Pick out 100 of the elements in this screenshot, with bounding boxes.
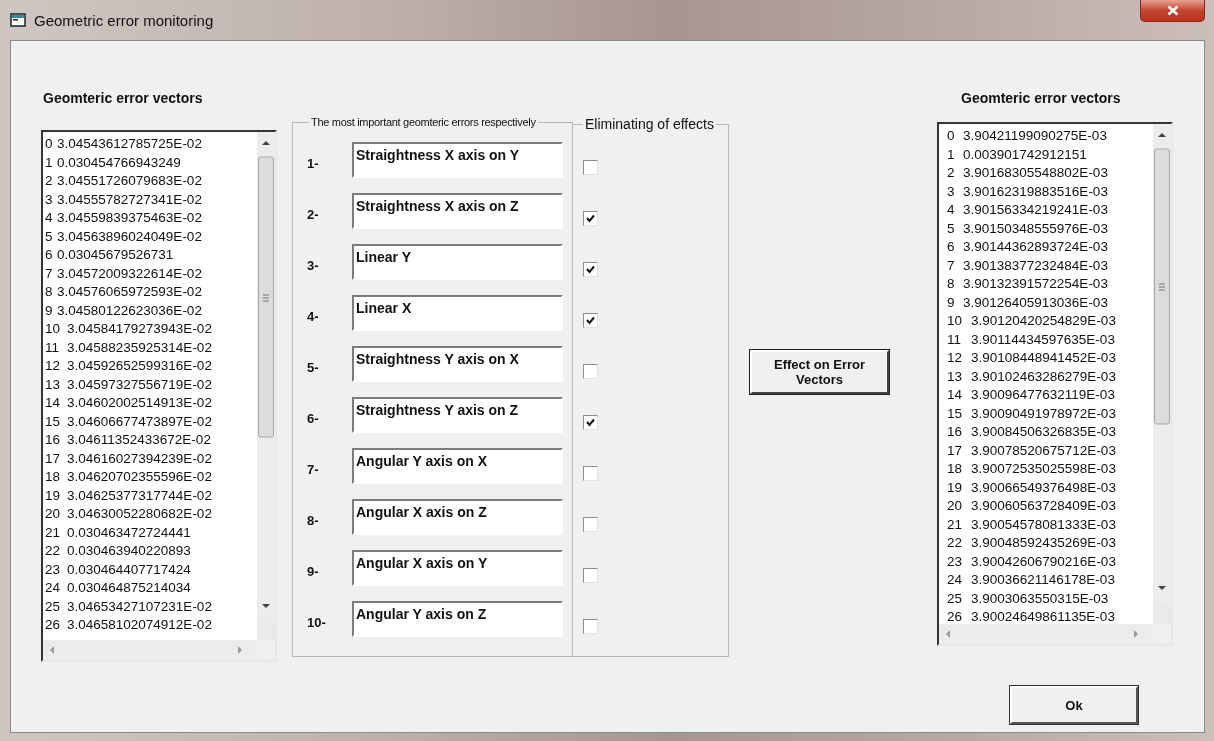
row-index: 2 [947,164,956,182]
error-name-field[interactable]: Angular Y axis on Z [352,601,563,637]
row-index: 26 [947,608,964,624]
checkbox[interactable] [583,517,598,532]
row-index: 16 [947,423,964,441]
vector-value[interactable]: 3.90156334219241E-03 [963,201,1108,220]
row-index: 7 [45,264,54,283]
vector-value[interactable]: 3.04572009322614E-02 [57,264,202,283]
row-index: 1 [45,153,54,172]
checkbox[interactable] [583,415,598,430]
vector-value[interactable]: 3.04580122623036E-02 [57,301,202,320]
vector-value[interactable]: 0.03045679526731 [57,246,174,265]
row-index: 20 [45,505,62,523]
vector-value[interactable]: 3.04653427107231E-02 [67,597,212,616]
vector-value[interactable]: 3.04559839375463E-02 [57,209,202,228]
vector-value[interactable]: 3.90120420254829E-03 [971,312,1116,331]
vector-value[interactable]: 0.003901742912151 [963,145,1087,164]
vector-value[interactable]: 3.90090491978972E-03 [971,404,1116,423]
vector-value[interactable]: 3.90108448941452E-03 [971,349,1116,368]
error-name-field[interactable]: Linear X [352,295,563,331]
vector-value[interactable]: 3.90132391572254E-03 [963,275,1108,294]
error-number: 5- [307,360,320,375]
vector-value[interactable]: 3.90024649861135E-03 [971,608,1115,624]
vector-value[interactable]: 3.04588235925314E-02 [67,338,212,357]
checkbox[interactable] [583,466,598,481]
vector-value[interactable]: 3.90072535025598E-03 [971,460,1116,479]
vector-value[interactable]: 3.90042606790216E-03 [971,552,1116,571]
vector-value[interactable]: 3.04551726079683E-02 [57,172,202,191]
error-name-field[interactable]: Linear Y [352,244,563,280]
vector-value[interactable]: 3.90150348555976E-03 [963,219,1108,238]
vector-value[interactable]: 3.04630052280682E-02 [67,505,212,524]
row-index: 2 [45,172,54,190]
vector-value[interactable]: 0.030464407717424 [67,560,191,579]
error-name-field[interactable]: Straightness X axis on Y [352,142,563,178]
vector-value[interactable]: 3.90102463286279E-03 [971,367,1116,386]
list-heading: Geomteric error vectors [961,90,1122,106]
vector-value[interactable]: 3.04555782727341E-02 [57,190,202,209]
vector-value[interactable]: 3.04611352433672E-02 [67,431,211,450]
vector-value[interactable]: 3.90084506326835E-03 [971,423,1116,442]
vector-value[interactable]: 0.030463940220893 [67,542,191,561]
error-name-field[interactable]: Straightness Y axis on Z [352,397,563,433]
vector-value[interactable]: 3.04625377317744E-02 [67,486,212,505]
vector-value[interactable]: 3.90114434597635E-03 [971,330,1115,349]
vector-value[interactable]: 3.90078520675712E-03 [971,441,1116,460]
vector-value[interactable]: 0.030464875214034 [67,579,191,598]
checkbox[interactable] [583,160,598,175]
vector-value[interactable]: 3.04620702355596E-02 [67,468,212,487]
vector-value[interactable]: 3.90421199090275E-03 [963,127,1107,146]
vector-value[interactable]: 3.9003063550315E-03 [971,589,1109,608]
error-name-field[interactable]: Angular Y axis on X [352,448,563,484]
checkbox[interactable] [583,619,598,634]
checkbox[interactable] [583,364,598,379]
error-number: 8- [307,513,320,528]
row-index: 1 [947,145,956,164]
vector-value[interactable]: 3.90138377232484E-03 [963,256,1108,275]
vector-value[interactable]: 3.04576065972593E-02 [57,283,202,302]
ok-button[interactable]: Ok [1010,686,1138,724]
vector-value[interactable]: 3.90096477632119E-03 [971,386,1115,405]
checkbox[interactable] [583,262,598,277]
vector-value[interactable]: 3.04543612785725E-02 [57,135,202,154]
row-index: 5 [45,227,54,246]
close-button[interactable] [1140,0,1205,22]
error-number: 2- [307,207,320,222]
checkbox[interactable] [583,313,598,328]
vector-value[interactable]: 3.04658102074912E-02 [67,616,212,635]
vector-value[interactable]: 3.04597327556719E-02 [67,375,212,394]
row-index: 8 [45,283,54,301]
vector-value[interactable]: 3.90168305548802E-03 [963,164,1108,183]
vector-value[interactable]: 3.90144362893724E-03 [963,238,1108,257]
vector-value[interactable]: 3.90162319883516E-03 [963,182,1108,201]
list-heading: Geomteric error vectors [43,90,204,106]
vector-value[interactable]: 3.90054578081333E-03 [971,515,1116,534]
vector-value[interactable]: 3.90060563728409E-03 [971,497,1116,516]
error-name-field[interactable]: Angular X axis on Z [352,499,563,535]
row-index: 9 [45,301,54,320]
vector-value[interactable]: 3.04584179273943E-02 [67,320,212,339]
row-index: 22 [947,534,964,552]
vector-value[interactable]: 3.04616027394239E-02 [67,449,212,468]
vector-value[interactable]: 3.90048592435269E-03 [971,534,1116,553]
vector-value[interactable]: 3.04592652599316E-02 [67,357,212,376]
vector-value[interactable]: 3.04606677473897E-02 [67,412,212,431]
vector-value[interactable]: 3.90066549376498E-03 [971,478,1116,497]
row-index: 15 [947,404,964,423]
vector-value[interactable]: 3.04563896024049E-02 [57,227,202,246]
row-index: 21 [45,523,62,542]
vector-value[interactable]: 3.90036621146178E-03 [971,571,1115,590]
vector-list[interactable] [937,122,1173,646]
vector-value[interactable]: 0.030463472724441 [67,523,191,542]
vector-value[interactable]: 3.04602002514913E-02 [67,394,212,413]
vector-value[interactable]: 0.030454766943249 [57,153,181,172]
error-name-field[interactable]: Angular X axis on Y [352,550,563,586]
vector-value[interactable]: 3.90126405913036E-03 [963,293,1108,312]
row-index: 16 [45,431,62,449]
error-name-field[interactable]: Straightness X axis on Z [352,193,563,229]
effect-button[interactable]: Effect on Error Vectors [750,350,889,394]
vector-list[interactable] [41,130,277,662]
error-name-field[interactable]: Straightness Y axis on X [352,346,563,382]
checkbox[interactable] [583,211,598,226]
checkbox[interactable] [583,568,598,583]
row-index: 9 [947,293,956,312]
